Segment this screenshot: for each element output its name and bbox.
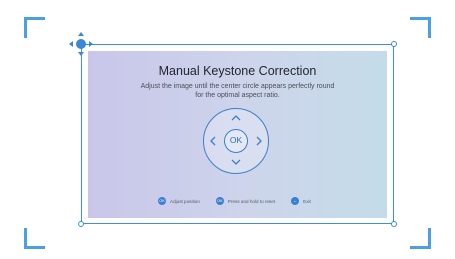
chevron-up-icon[interactable] (230, 112, 242, 124)
control-hints: OK Adjust position OK Press and hold to … (158, 196, 311, 206)
chevron-down-icon[interactable] (230, 156, 242, 168)
page-title: Manual Keystone Correction (158, 64, 317, 78)
move-handle-icon[interactable] (69, 32, 93, 56)
move-handle-dot (76, 39, 86, 49)
frame-corner-bottom-left (24, 228, 45, 249)
hint-reset: OK Press and hold to reset (215, 197, 276, 205)
hint-exit: ← Exit (291, 197, 311, 205)
hint-label: Exit (303, 198, 311, 204)
corner-handle-top-right[interactable] (391, 41, 397, 47)
instruction-line-2: for the optimal aspect ratio. (195, 92, 280, 99)
back-badge-icon: ← (291, 197, 300, 205)
chevron-right-icon[interactable] (253, 135, 265, 147)
instruction-text: Adjust the image until the center circle… (118, 82, 357, 100)
corner-handle-bottom-right[interactable] (391, 221, 397, 227)
chevron-left-icon[interactable] (207, 135, 219, 147)
frame-corner-top-left (24, 17, 45, 38)
move-down-arrow-icon (78, 52, 84, 56)
hint-label: Press and hold to reset (227, 198, 276, 204)
frame-corner-top-right (410, 17, 431, 38)
hint-adjust-position: OK Adjust position (158, 197, 200, 205)
move-right-arrow-icon (89, 41, 93, 47)
ok-button[interactable]: OK (224, 129, 248, 153)
move-left-arrow-icon (69, 41, 73, 47)
hint-label: Adjust position (170, 198, 200, 204)
corner-handle-bottom-left[interactable] (78, 221, 84, 227)
ok-badge-icon: OK (215, 197, 224, 205)
move-up-arrow-icon (78, 32, 84, 36)
instruction-line-1: Adjust the image until the center circle… (140, 83, 335, 90)
frame-corner-bottom-right (410, 228, 431, 249)
ok-badge-icon: OK (158, 197, 166, 205)
keystone-panel: Manual Keystone Correction Adjust the im… (88, 51, 387, 218)
direction-pad[interactable]: OK (203, 108, 269, 174)
